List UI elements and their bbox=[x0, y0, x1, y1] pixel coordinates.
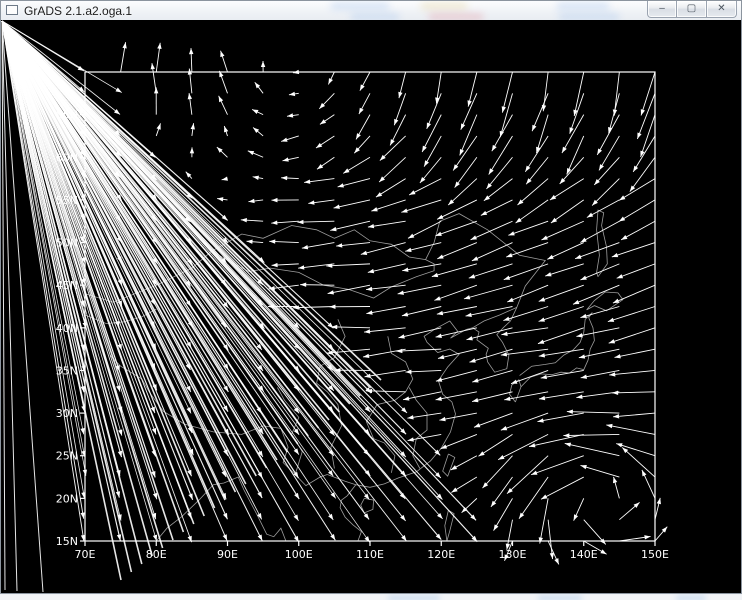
svg-text:110E: 110E bbox=[356, 548, 384, 561]
app-icon bbox=[6, 5, 18, 15]
svg-text:90E: 90E bbox=[217, 548, 238, 561]
svg-text:70E: 70E bbox=[75, 548, 96, 561]
window-controls: – ▢ ✕ bbox=[647, 1, 737, 18]
svg-text:130E: 130E bbox=[499, 548, 527, 561]
svg-text:120E: 120E bbox=[427, 548, 455, 561]
svg-text:100E: 100E bbox=[285, 548, 313, 561]
svg-text:20N: 20N bbox=[56, 492, 78, 505]
svg-text:140E: 140E bbox=[570, 548, 598, 561]
title-bar[interactable]: GrADS 2.1.a2.oga.1 – ▢ ✕ bbox=[1, 1, 741, 20]
window-title: GrADS 2.1.a2.oga.1 bbox=[24, 4, 132, 18]
minimize-button[interactable]: – bbox=[647, 1, 677, 18]
close-button[interactable]: ✕ bbox=[707, 1, 737, 18]
svg-text:80E: 80E bbox=[146, 548, 167, 561]
svg-text:15N: 15N bbox=[56, 535, 78, 548]
grads-window: GrADS 2.1.a2.oga.1 – ▢ ✕ 70E 80E 90E 100E 11… bbox=[0, 0, 742, 594]
svg-text:25N: 25N bbox=[56, 450, 78, 463]
maximize-button[interactable]: ▢ bbox=[677, 1, 707, 18]
desktop-background bbox=[0, 595, 742, 600]
svg-text:150E: 150E bbox=[641, 548, 669, 561]
vector-plot: 70E 80E 90E 100E 110E 120E 130E 140E 150E 15N 20N 2… bbox=[1, 20, 741, 593]
plot-client-area: 70E 80E 90E 100E 110E 120E 130E 140E 150E 15N 20N 2… bbox=[1, 20, 741, 593]
